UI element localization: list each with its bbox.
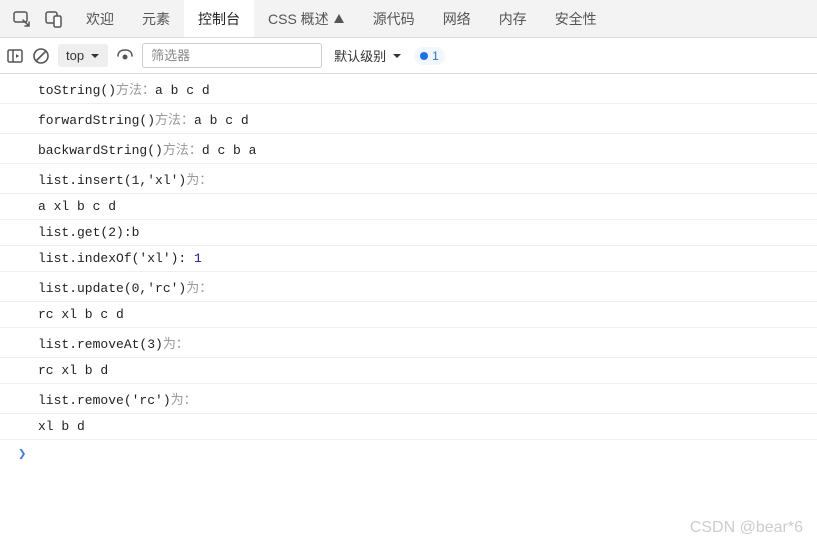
log-text: list.indexOf('xl'): bbox=[38, 251, 194, 266]
tab-label: 内存 bbox=[499, 9, 527, 29]
tab-2[interactable]: 控制台 bbox=[184, 0, 254, 37]
log-line: backwardString()方法：d c b a bbox=[0, 134, 817, 164]
log-text: xl b d bbox=[38, 419, 85, 434]
log-line: list.update(0,'rc')为： bbox=[0, 272, 817, 302]
tab-6[interactable]: 内存 bbox=[485, 0, 541, 37]
log-text: 为： bbox=[186, 281, 212, 296]
log-text: a b c d bbox=[155, 83, 210, 98]
log-line: list.get(2):b bbox=[0, 220, 817, 246]
log-text: 方法： bbox=[163, 143, 202, 158]
log-text: list.get(2):b bbox=[38, 225, 139, 240]
log-line: rc xl b c d bbox=[0, 302, 817, 328]
tab-4[interactable]: 源代码 bbox=[359, 0, 429, 37]
log-line: list.insert(1,'xl')为： bbox=[0, 164, 817, 194]
tab-3[interactable]: CSS 概述 bbox=[254, 0, 359, 37]
log-text: toString() bbox=[38, 83, 116, 98]
log-text: a xl b c d bbox=[38, 199, 116, 214]
log-level-label: 默认级别 bbox=[334, 46, 386, 65]
log-text: d c b a bbox=[202, 143, 257, 158]
log-text: list.insert(1,'xl') bbox=[38, 173, 186, 188]
tab-label: 欢迎 bbox=[86, 9, 114, 29]
log-line: xl b d bbox=[0, 414, 817, 440]
inspect-element-icon[interactable] bbox=[12, 9, 32, 29]
clear-console-icon[interactable] bbox=[32, 47, 50, 65]
issue-count: 1 bbox=[432, 49, 439, 63]
warning-icon bbox=[333, 13, 345, 25]
log-text: backwardString() bbox=[38, 143, 163, 158]
log-line: rc xl b d bbox=[0, 358, 817, 384]
log-level-selector[interactable]: 默认级别 bbox=[330, 46, 406, 65]
tab-label: 控制台 bbox=[198, 9, 240, 29]
console-toolbar: top 默认级别 1 bbox=[0, 38, 817, 74]
tab-7[interactable]: 安全性 bbox=[541, 0, 611, 37]
log-line: list.remove('rc')为： bbox=[0, 384, 817, 414]
watermark: CSDN @bear*6 bbox=[690, 519, 803, 537]
console-output: toString()方法：a b c dforwardString()方法：a … bbox=[0, 74, 817, 440]
log-text: rc xl b d bbox=[38, 363, 108, 378]
context-selector[interactable]: top bbox=[58, 44, 108, 67]
log-text: forwardString() bbox=[38, 113, 155, 128]
log-text: 方法： bbox=[116, 83, 155, 98]
log-text: 为： bbox=[163, 337, 189, 352]
log-text: list.removeAt(3) bbox=[38, 337, 163, 352]
issue-dot-icon bbox=[420, 52, 428, 60]
log-line: a xl b c d bbox=[0, 194, 817, 220]
prompt-caret-icon: ❯ bbox=[18, 446, 26, 462]
tab-5[interactable]: 网络 bbox=[429, 0, 485, 37]
chevron-down-icon bbox=[90, 51, 100, 61]
filter-input[interactable] bbox=[142, 43, 322, 68]
log-text: list.remove('rc') bbox=[38, 393, 171, 408]
context-label: top bbox=[66, 48, 84, 63]
devtools-tabs-bar: 欢迎 元素 控制台 CSS 概述 源代码 网络 内存 安全性 bbox=[0, 0, 817, 38]
log-text: 1 bbox=[194, 251, 202, 266]
console-prompt[interactable]: ❯ bbox=[0, 440, 817, 468]
log-text: 方法： bbox=[155, 113, 194, 128]
device-toggle-icon[interactable] bbox=[44, 9, 64, 29]
tabs-container: 欢迎 元素 控制台 CSS 概述 源代码 网络 内存 安全性 bbox=[72, 0, 611, 37]
tab-label: CSS 概述 bbox=[268, 9, 329, 29]
log-text: list.update(0,'rc') bbox=[38, 281, 186, 296]
tab-0[interactable]: 欢迎 bbox=[72, 0, 128, 37]
device-icons-group bbox=[4, 9, 72, 29]
tab-label: 网络 bbox=[443, 9, 471, 29]
log-line: list.removeAt(3)为： bbox=[0, 328, 817, 358]
tab-label: 源代码 bbox=[373, 9, 415, 29]
issue-badge[interactable]: 1 bbox=[414, 47, 445, 65]
log-line: list.indexOf('xl'): 1 bbox=[0, 246, 817, 272]
sidebar-toggle-icon[interactable] bbox=[6, 47, 24, 65]
log-line: forwardString()方法：a b c d bbox=[0, 104, 817, 134]
tab-1[interactable]: 元素 bbox=[128, 0, 184, 37]
log-line: toString()方法：a b c d bbox=[0, 74, 817, 104]
log-text: a b c d bbox=[194, 113, 249, 128]
log-text: 为： bbox=[186, 173, 212, 188]
chevron-down-icon bbox=[392, 51, 402, 61]
log-text: 为： bbox=[171, 393, 197, 408]
tab-label: 元素 bbox=[142, 9, 170, 29]
live-expression-icon[interactable] bbox=[116, 47, 134, 65]
log-text: rc xl b c d bbox=[38, 307, 124, 322]
tab-label: 安全性 bbox=[555, 9, 597, 29]
